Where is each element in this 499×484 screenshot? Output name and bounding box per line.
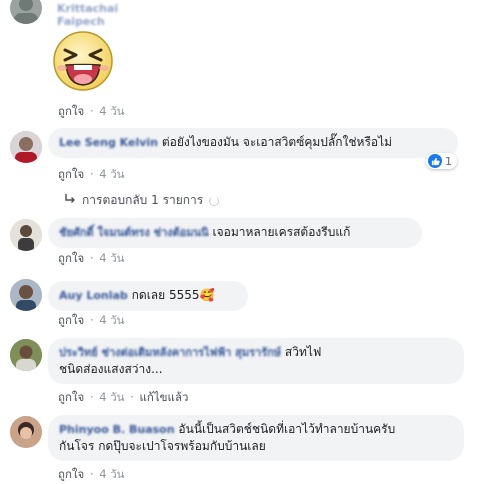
view-replies-link[interactable]: การตอบกลับ 1 รายการ (64, 191, 220, 210)
comment-bubble: Phinyoo B. Buason อันนี้เป็นสวิตช์ชนิดที… (48, 415, 464, 461)
timestamp[interactable]: 4 วัน (99, 390, 124, 404)
comment-author[interactable]: Phinyoo B. Buason (59, 423, 175, 436)
comment-actions: ถูกใจ · 4 วัน (58, 166, 125, 184)
comment-actions: ถูกใจ · 4 วัน (58, 250, 125, 268)
comment-text-line-2: ชนิดส่องแสงสว่าง... (59, 362, 163, 376)
separator-dot: · (89, 467, 94, 481)
reaction-badge[interactable]: 1 (426, 153, 457, 169)
comment-bubble: ชัยศักดิ์ ใจมนต์ทรง ช่างต้อมนนิ เจอมาหลา… (48, 218, 422, 248)
comment-text-line-1: สวิทไฟ (284, 345, 322, 359)
separator-dot: · (89, 390, 94, 404)
comment-text: กดเลย 5555🥰 (131, 288, 215, 302)
avatar[interactable] (10, 416, 42, 448)
edited-label[interactable]: แก้ไขแล้ว (140, 390, 189, 404)
avatar[interactable] (10, 0, 42, 24)
like-link[interactable]: ถูกใจ (58, 104, 84, 118)
timestamp[interactable]: 4 วัน (99, 167, 124, 181)
comment-text: เจอมาหลายเครสต้องรีบแก้ (212, 225, 351, 239)
avatar[interactable] (10, 339, 42, 371)
like-link[interactable]: ถูกใจ (58, 251, 84, 265)
comment-author[interactable]: Lee Seng Kelvin (59, 136, 158, 149)
reply-arrow-icon (64, 193, 76, 209)
separator-dot: · (89, 104, 94, 118)
avatar[interactable] (10, 131, 42, 163)
thumbs-up-icon (428, 154, 442, 168)
comment-text-line-2: กันโจร กดปุ๊บจะเปาโจรพร้อมกับบ้านเลย (59, 439, 266, 453)
comment-author[interactable]: ชัยศักดิ์ ใจมนต์ทรง ช่างต้อมนนิ (59, 226, 209, 239)
comment-actions: ถูกใจ · 4 วัน (58, 103, 125, 121)
comment-bubble: ประวิทย์ ช่างต่อเติมหลังคาการไฟฟ้า สุมรา… (48, 338, 464, 384)
comment-author[interactable]: Krittachai Faipech (57, 2, 118, 28)
comment-text-line-1: อันนี้เป็นสวิตช์ชนิดที่เอาไว้ทำลายบ้านคร… (178, 422, 396, 436)
avatar[interactable] (10, 219, 42, 251)
separator-dot: · (89, 251, 94, 265)
comment-bubble: Auy Lonlab กดเลย 5555🥰 (48, 281, 248, 311)
comment-author[interactable]: ประวิทย์ ช่างต่อเติมหลังคาการไฟฟ้า สุมรา… (59, 346, 281, 359)
separator-dot: · (89, 167, 94, 181)
separator-dot: · (130, 390, 134, 404)
comment-author[interactable]: Auy Lonlab (59, 289, 128, 302)
comment-text: ต่อยังไงของมัน จะเอาสวิตซ์คุมปลั๊กใช่หรื… (161, 135, 393, 149)
laughing-sticker (52, 30, 114, 92)
comment-actions: ถูกใจ · 4 วัน (58, 466, 125, 484)
avatar[interactable] (10, 279, 42, 311)
loading-spinner-icon (209, 195, 220, 206)
reaction-count: 1 (445, 154, 452, 168)
separator-dot: · (89, 313, 94, 327)
like-link[interactable]: ถูกใจ (58, 467, 84, 481)
comment-actions: ถูกใจ · 4 วัน · แก้ไขแล้ว (58, 389, 188, 407)
like-link[interactable]: ถูกใจ (58, 313, 84, 327)
replies-label[interactable]: การตอบกลับ 1 รายการ (82, 191, 203, 210)
timestamp[interactable]: 4 วัน (99, 467, 124, 481)
comment-bubble: Lee Seng Kelvin ต่อยังไงของมัน จะเอาสวิต… (48, 128, 458, 158)
timestamp[interactable]: 4 วัน (99, 104, 124, 118)
like-link[interactable]: ถูกใจ (58, 390, 84, 404)
like-link[interactable]: ถูกใจ (58, 167, 84, 181)
timestamp[interactable]: 4 วัน (99, 313, 124, 327)
timestamp[interactable]: 4 วัน (99, 251, 124, 265)
comment-actions: ถูกใจ · 4 วัน (58, 312, 125, 330)
